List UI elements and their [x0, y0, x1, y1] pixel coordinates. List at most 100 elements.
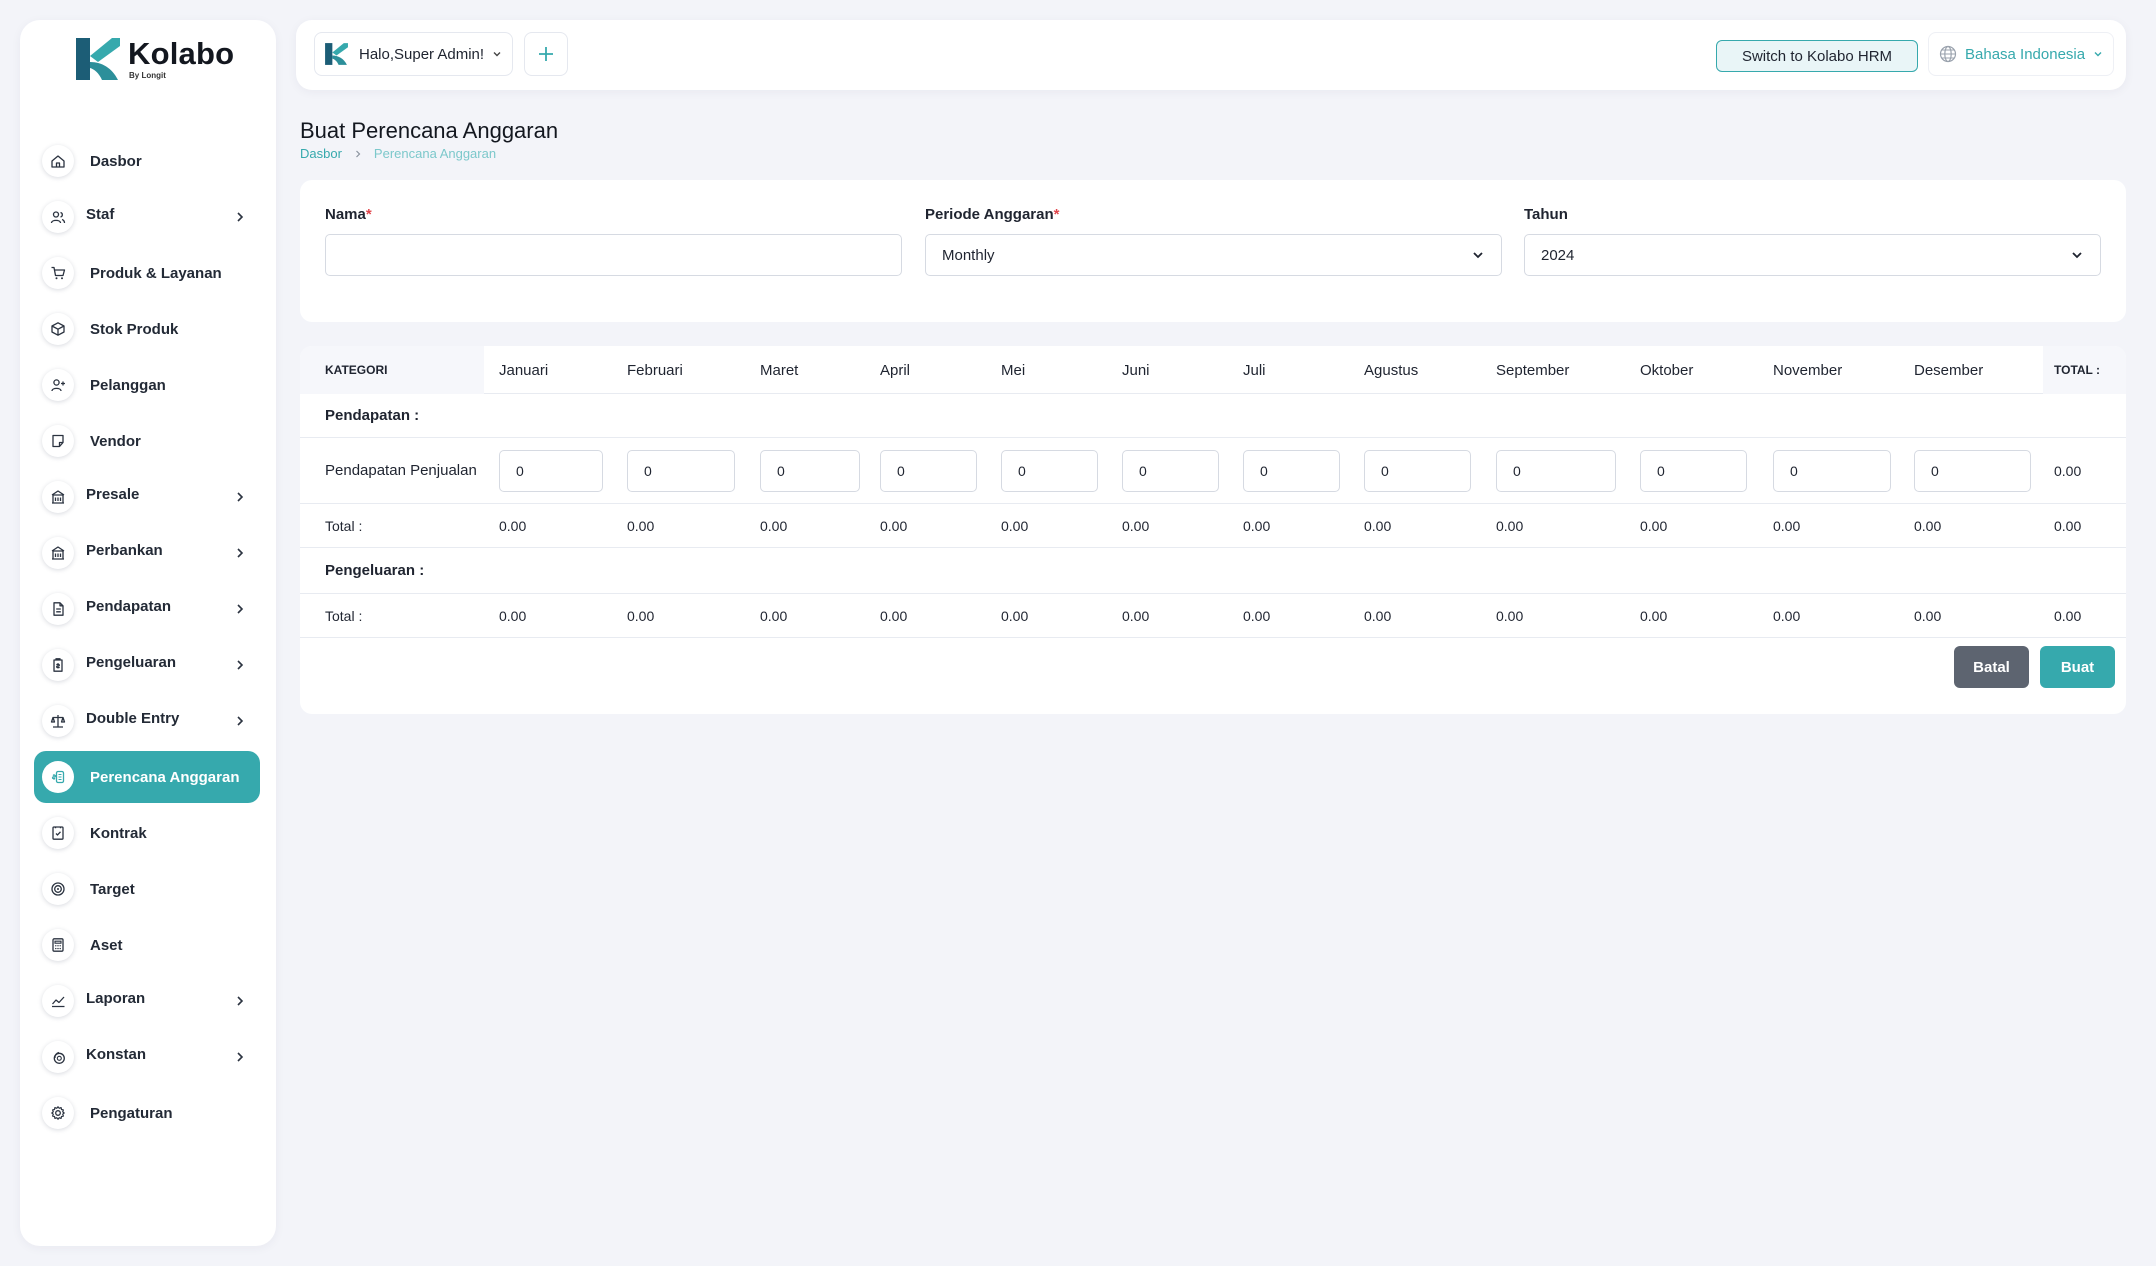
gear-icon — [42, 1097, 74, 1129]
sidebar-item-label: Konstan — [86, 1045, 146, 1063]
plus-icon — [539, 47, 553, 61]
column-header-month: Desember — [1914, 361, 1984, 379]
income-row-label: Pendapatan Penjualan — [325, 462, 477, 479]
user-menu[interactable]: Halo,Super Admin! — [314, 32, 514, 76]
column-header-month: September — [1496, 361, 1570, 379]
month-amount-input[interactable]: 0 — [1914, 449, 2031, 492]
chevron-right-icon — [237, 660, 244, 670]
month-total-value: 0.00 — [1496, 607, 1524, 624]
month-total-value: 0.00 — [499, 607, 527, 624]
month-total-value: 0.00 — [1243, 607, 1271, 624]
create-button[interactable]: Buat — [2040, 646, 2115, 688]
month-amount-input[interactable]: 0 — [1122, 449, 1219, 492]
users-icon — [42, 201, 74, 233]
sidebar-item-target[interactable]: Target — [34, 863, 260, 915]
sidebar-item-label: Target — [90, 880, 135, 898]
month-total-value: 0.00 — [1496, 517, 1524, 534]
required-mark: * — [365, 206, 372, 223]
kolabo-logo-icon — [76, 38, 120, 80]
month-total-value: 0.00 — [1640, 517, 1668, 534]
expense-section-row: Pengeluaran : — [300, 548, 2126, 594]
brand-logo[interactable]: Kolabo By Longit — [72, 34, 234, 84]
month-amount-input[interactable]: 0 — [880, 449, 977, 492]
greeting-text: Halo,Super Admin! — [359, 45, 485, 63]
language-label: Bahasa Indonesia — [1965, 45, 2086, 63]
month-total-value: 0.00 — [880, 517, 908, 534]
month-total-value: 0.00 — [1773, 517, 1801, 534]
sidebar-item-label: Perbankan — [86, 541, 163, 559]
sidebar-item-pelanggan[interactable]: Pelanggan — [34, 359, 260, 411]
language-selector[interactable]: Bahasa Indonesia — [1928, 32, 2114, 76]
month-total-value: 0.00 — [760, 517, 788, 534]
name-input[interactable] — [325, 234, 902, 276]
chevron-right-icon — [355, 150, 361, 157]
month-total-value: 0.00 — [880, 607, 908, 624]
column-header-month: Juni — [1122, 361, 1150, 379]
sidebar-item-label: Produk & Layanan — [90, 264, 222, 282]
topbar: Halo,Super Admin! Switch to Kolabo HRM B… — [296, 20, 2126, 90]
sidebar-item-dasbor[interactable]: Dasbor — [34, 135, 260, 187]
sidebar-item-double-entry[interactable]: Double Entry — [34, 695, 260, 747]
month-total-value: 0.00 — [627, 517, 655, 534]
year-select[interactable]: 2024 — [1524, 234, 2101, 276]
sidebar: Kolabo By Longit Dasbor Staf Produk & Laya… — [20, 20, 276, 1246]
column-header-month: Maret — [760, 361, 799, 379]
month-amount-input[interactable]: 0 — [627, 449, 735, 492]
sidebar-item-staf[interactable]: Staf — [34, 191, 260, 243]
add-button[interactable] — [524, 32, 568, 76]
name-field: Nama* — [325, 206, 902, 276]
sidebar-item-perbankan[interactable]: Perbankan — [34, 527, 260, 579]
box-icon — [42, 313, 74, 345]
sidebar-item-laporan[interactable]: Laporan — [34, 975, 260, 1027]
month-amount-input[interactable]: 0 — [1001, 449, 1098, 492]
required-mark: * — [1053, 206, 1060, 223]
coins-icon — [42, 1041, 74, 1073]
income-total-row: Total : 0.00 0.00 0.00 0.00 0.00 0.00 0.00 0.00… — [300, 504, 2126, 548]
month-amount-input[interactable]: 0 — [760, 449, 860, 492]
month-amount-input[interactable]: 0 — [499, 449, 603, 492]
chevron-down-icon — [1473, 252, 1483, 259]
month-amount-input[interactable]: 0 — [1640, 449, 1747, 492]
chevron-right-icon — [237, 548, 244, 558]
sidebar-item-pengeluaran[interactable]: Pengeluaran — [34, 639, 260, 691]
chart-line-icon — [42, 985, 74, 1017]
month-amount-input[interactable]: 0 — [1773, 449, 1891, 492]
column-header-month: November — [1773, 361, 1843, 379]
sidebar-item-vendor[interactable]: Vendor — [34, 415, 260, 467]
sidebar-item-perencana-anggaran[interactable]: Perencana Anggaran — [34, 751, 260, 803]
brand-name: Kolabo — [128, 36, 235, 71]
period-select[interactable]: Monthly — [925, 234, 1502, 276]
sidebar-item-label: Vendor — [90, 432, 141, 450]
month-amount-input[interactable]: 0 — [1496, 449, 1616, 492]
sidebar-item-produk-layanan[interactable]: Produk & Layanan — [34, 247, 260, 299]
grand-total-value: 0.00 — [2054, 607, 2082, 624]
month-total-value: 0.00 — [1364, 517, 1392, 534]
sidebar-item-presale[interactable]: Presale — [34, 471, 260, 523]
month-amount-input[interactable]: 0 — [1364, 449, 1471, 492]
period-field: Periode Anggaran* Monthly — [925, 206, 1502, 276]
breadcrumb-home-link[interactable]: Dasbor — [300, 146, 342, 161]
sidebar-item-kontrak[interactable]: Kontrak — [34, 807, 260, 859]
sidebar-item-stok-produk[interactable]: Stok Produk — [34, 303, 260, 355]
chevron-right-icon — [237, 604, 244, 614]
cancel-button[interactable]: Batal — [1954, 646, 2029, 688]
chevron-down-icon — [2072, 252, 2082, 259]
month-total-value: 0.00 — [1364, 607, 1392, 624]
month-total-value: 0.00 — [1001, 517, 1029, 534]
month-total-value: 0.00 — [1914, 517, 1942, 534]
sidebar-item-pendapatan[interactable]: Pendapatan — [34, 583, 260, 635]
sidebar-item-label: Staf — [86, 205, 115, 223]
chevron-right-icon — [237, 492, 244, 502]
brand-sub: By Longit — [129, 71, 166, 80]
kolabo-logo-icon — [325, 43, 348, 65]
contract-icon — [42, 817, 74, 849]
sidebar-item-label: Dasbor — [90, 152, 142, 170]
sidebar-item-aset[interactable]: Aset — [34, 919, 260, 971]
expense-total-label: Total : — [325, 607, 363, 624]
switch-hrm-button[interactable]: Switch to Kolabo HRM — [1716, 40, 1918, 72]
month-amount-input[interactable]: 0 — [1243, 449, 1340, 492]
column-header-category: KATEGORI — [325, 363, 388, 377]
row-total-value: 0.00 — [2054, 462, 2082, 479]
sidebar-item-konstan[interactable]: Konstan — [34, 1031, 260, 1083]
sidebar-item-pengaturan[interactable]: Pengaturan — [34, 1087, 260, 1139]
